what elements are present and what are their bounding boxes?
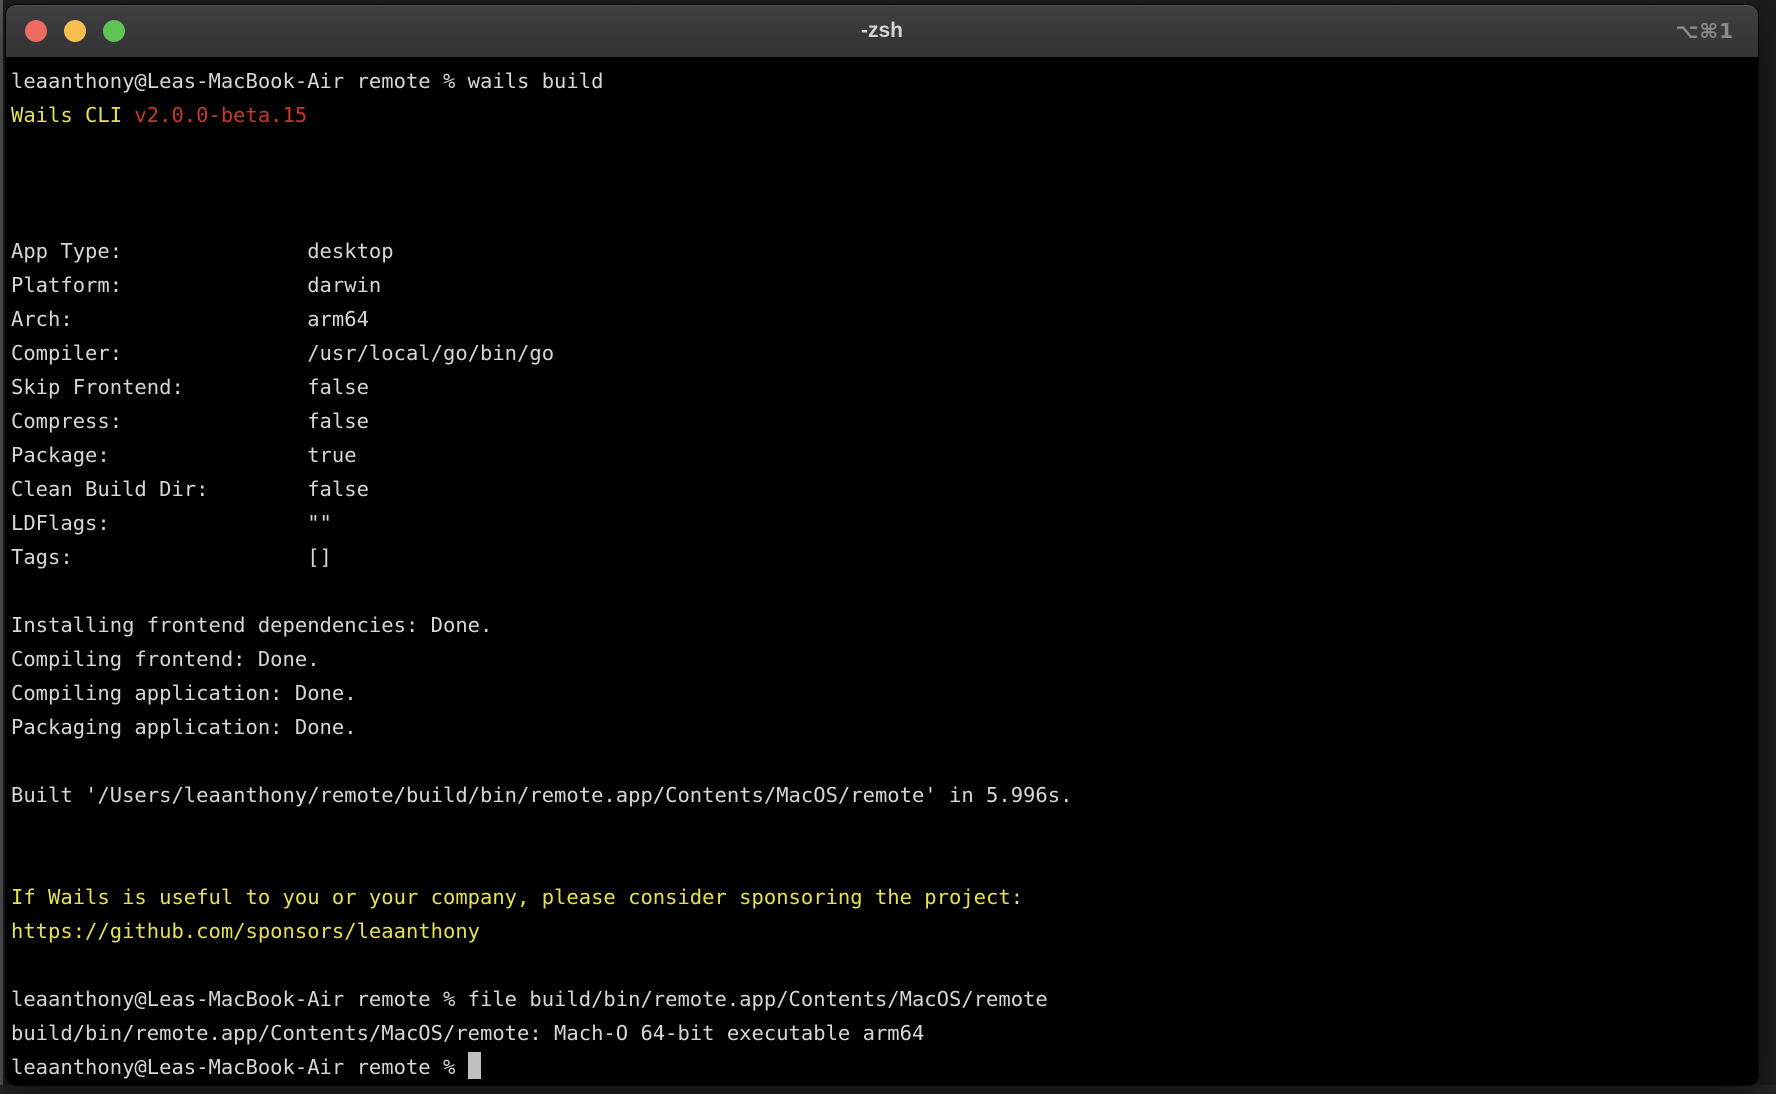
terminal-output[interactable]: leaanthony@Leas-MacBook-Air remote % wai… xyxy=(6,58,1758,1084)
terminal-line: Compiler: /usr/local/go/bin/go xyxy=(11,336,1758,370)
terminal-line: LDFlags: "" xyxy=(11,506,1758,540)
terminal-line: Compiling application: Done. xyxy=(11,676,1758,710)
terminal-line: Package: true xyxy=(11,438,1758,472)
terminal-line: Packaging application: Done. xyxy=(11,710,1758,744)
terminal-line: Built '/Users/leaanthony/remote/build/bi… xyxy=(11,778,1758,812)
terminal-line: leaanthony@Leas-MacBook-Air remote % xyxy=(11,1050,1758,1084)
terminal-line xyxy=(11,812,1758,846)
terminal-line: Clean Build Dir: false xyxy=(11,472,1758,506)
window-title: -zsh xyxy=(6,5,1758,57)
terminal-line xyxy=(11,166,1758,200)
terminal-line xyxy=(11,846,1758,880)
terminal-line: Platform: darwin xyxy=(11,268,1758,302)
terminal-line: Wails CLI v2.0.0-beta.15 xyxy=(11,98,1758,132)
terminal-line: build/bin/remote.app/Contents/MacOS/remo… xyxy=(11,1016,1758,1050)
terminal-line: Installing frontend dependencies: Done. xyxy=(11,608,1758,642)
screen-background: -zsh ⌥⌘1 leaanthony@Leas-MacBook-Air rem… xyxy=(0,0,1776,1094)
terminal-line: App Type: desktop xyxy=(11,234,1758,268)
terminal-window: -zsh ⌥⌘1 leaanthony@Leas-MacBook-Air rem… xyxy=(6,5,1758,1085)
terminal-line: https://github.com/sponsors/leaanthony xyxy=(11,914,1758,948)
window-shortcut-badge: ⌥⌘1 xyxy=(1675,5,1734,57)
terminal-line xyxy=(11,132,1758,166)
terminal-line xyxy=(11,200,1758,234)
terminal-line xyxy=(11,744,1758,778)
terminal-line: leaanthony@Leas-MacBook-Air remote % fil… xyxy=(11,982,1758,1016)
background-window-edge xyxy=(0,0,3,1094)
terminal-line: leaanthony@Leas-MacBook-Air remote % wai… xyxy=(11,64,1758,98)
terminal-line: If Wails is useful to you or your compan… xyxy=(11,880,1758,914)
terminal-line: Compiling frontend: Done. xyxy=(11,642,1758,676)
terminal-line: Arch: arm64 xyxy=(11,302,1758,336)
titlebar[interactable]: -zsh ⌥⌘1 xyxy=(6,5,1758,58)
terminal-cursor xyxy=(468,1052,481,1079)
terminal-line xyxy=(11,574,1758,608)
terminal-line xyxy=(11,948,1758,982)
background-window-bottom xyxy=(0,1085,1776,1094)
terminal-line: Compress: false xyxy=(11,404,1758,438)
terminal-line: Tags: [] xyxy=(11,540,1758,574)
terminal-line: Skip Frontend: false xyxy=(11,370,1758,404)
